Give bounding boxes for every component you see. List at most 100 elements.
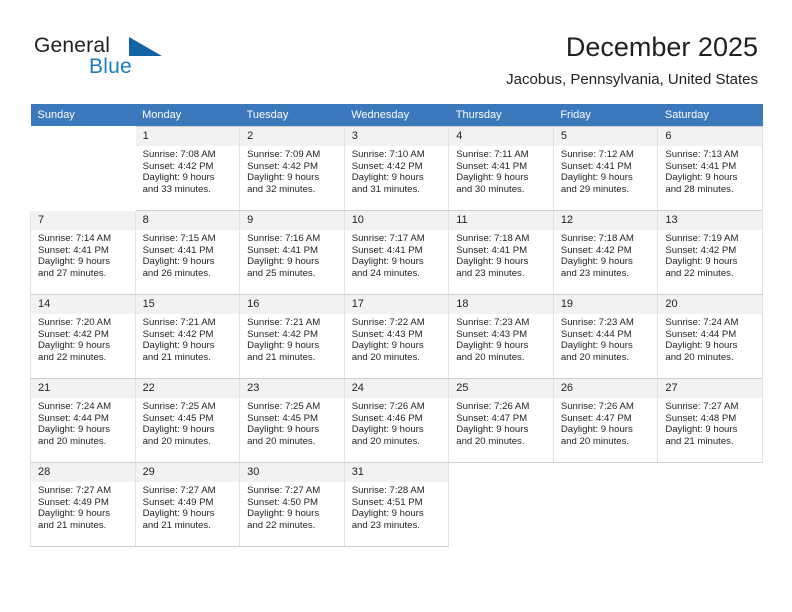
calendar-day-cell[interactable]: 16 Sunrise: 7:21 AM Sunset: 4:42 PM Dayligh… xyxy=(239,294,345,379)
calendar-day-cell[interactable]: 30 Sunrise: 7:27 AM Sunset: 4:50 PM Dayligh… xyxy=(239,462,345,547)
weekday-header-thursday: Thursday xyxy=(448,104,554,127)
daylight-text: Daylight: 9 hours and 20 minutes. xyxy=(456,424,529,447)
calendar-day-cell[interactable]: 1 Sunrise: 7:08 AM Sunset: 4:42 PM Daylight… xyxy=(134,126,241,211)
day-info: Sunrise: 7:11 AM Sunset: 4:41 PM Daylight:… xyxy=(449,146,553,195)
calendar-day-cell[interactable]: 20 Sunrise: 7:24 AM Sunset: 4:44 PM Dayligh… xyxy=(657,294,763,379)
day-number: 26 xyxy=(553,379,658,398)
calendar-day-cell[interactable]: 10 Sunrise: 7:17 AM Sunset: 4:41 PM Dayligh… xyxy=(343,210,450,295)
calendar-day-cell-empty xyxy=(448,462,554,547)
daylight-text: Daylight: 9 hours and 21 minutes. xyxy=(142,340,215,363)
daylight-text: Daylight: 9 hours and 23 minutes. xyxy=(351,508,424,531)
calendar-day-cell[interactable]: 23 Sunrise: 7:25 AM Sunset: 4:45 PM Dayligh… xyxy=(239,378,345,463)
day-info: Sunrise: 7:25 AM Sunset: 4:45 PM Daylight:… xyxy=(136,398,240,447)
calendar-day-cell[interactable]: 18 Sunrise: 7:23 AM Sunset: 4:43 PM Dayligh… xyxy=(448,294,554,379)
day-info: Sunrise: 7:28 AM Sunset: 4:51 PM Daylight:… xyxy=(345,482,449,531)
weekday-header-row: Sunday Monday Tuesday Wednesday Thursday… xyxy=(30,104,763,127)
sunset-text: Sunset: 4:47 PM xyxy=(456,412,528,424)
calendar-day-cell[interactable]: 27 Sunrise: 7:27 AM Sunset: 4:48 PM Dayligh… xyxy=(657,378,763,463)
calendar-day-cell[interactable]: 3 Sunrise: 7:10 AM Sunset: 4:42 PM Daylight… xyxy=(343,126,450,211)
calendar-day-cell[interactable]: 25 Sunrise: 7:26 AM Sunset: 4:47 PM Dayligh… xyxy=(448,378,554,463)
weekday-header-friday: Friday xyxy=(553,104,658,127)
sunset-text: Sunset: 4:41 PM xyxy=(247,244,319,256)
day-number: 14 xyxy=(31,295,135,314)
daylight-text: Daylight: 9 hours and 21 minutes. xyxy=(38,508,110,531)
daylight-text: Daylight: 9 hours and 21 minutes. xyxy=(247,340,320,363)
calendar-day-cell[interactable]: 11 Sunrise: 7:18 AM Sunset: 4:41 PM Dayligh… xyxy=(448,210,554,295)
sunset-text: Sunset: 4:42 PM xyxy=(351,160,423,172)
calendar-day-cell[interactable]: 4 Sunrise: 7:11 AM Sunset: 4:41 PM Daylight… xyxy=(448,126,554,211)
sunrise-text: Sunrise: 7:28 AM xyxy=(351,485,425,496)
daylight-text: Daylight: 9 hours and 20 minutes. xyxy=(351,340,424,363)
weekday-header-sunday: Sunday xyxy=(30,104,136,127)
day-info: Sunrise: 7:09 AM Sunset: 4:42 PM Daylight:… xyxy=(240,146,344,195)
calendar-week-row: 7 Sunrise: 7:14 AM Sunset: 4:41 PM Daylight… xyxy=(30,210,763,295)
day-number: 6 xyxy=(658,127,762,146)
calendar-day-cell[interactable]: 9 Sunrise: 7:16 AM Sunset: 4:41 PM Daylight… xyxy=(239,210,345,295)
sunset-text: Sunset: 4:44 PM xyxy=(665,328,737,340)
sunrise-text: Sunrise: 7:26 AM xyxy=(351,401,425,412)
day-number: 17 xyxy=(344,295,449,314)
calendar-day-cell[interactable]: 2 Sunrise: 7:09 AM Sunset: 4:42 PM Daylight… xyxy=(239,126,345,211)
day-info: Sunrise: 7:24 AM Sunset: 4:44 PM Daylight:… xyxy=(658,314,762,363)
day-info: Sunrise: 7:27 AM Sunset: 4:50 PM Daylight:… xyxy=(240,482,344,531)
sunrise-text: Sunrise: 7:26 AM xyxy=(560,401,634,412)
calendar-day-cell-empty xyxy=(657,462,763,547)
calendar-day-cell[interactable]: 28 Sunrise: 7:27 AM Sunset: 4:49 PM Dayligh… xyxy=(30,462,136,547)
calendar-table: Sunday Monday Tuesday Wednesday Thursday… xyxy=(30,104,763,547)
calendar-day-cell[interactable]: 8 Sunrise: 7:15 AM Sunset: 4:41 PM Daylight… xyxy=(134,210,241,295)
sunset-text: Sunset: 4:42 PM xyxy=(247,328,319,340)
calendar-day-cell[interactable]: 13 Sunrise: 7:19 AM Sunset: 4:42 PM Dayligh… xyxy=(657,210,763,295)
daylight-text: Daylight: 9 hours and 25 minutes. xyxy=(247,256,320,279)
sunrise-text: Sunrise: 7:14 AM xyxy=(38,233,112,244)
day-number: 7 xyxy=(31,211,135,230)
calendar-week-row: 1 Sunrise: 7:08 AM Sunset: 4:42 PM Daylight… xyxy=(30,126,763,211)
page-title: December 2025 xyxy=(565,32,758,62)
day-number: 2 xyxy=(240,127,344,146)
day-number: 29 xyxy=(135,463,240,482)
day-number: 20 xyxy=(658,295,762,314)
calendar-day-cell[interactable]: 19 Sunrise: 7:23 AM Sunset: 4:44 PM Dayligh… xyxy=(552,294,659,379)
calendar-day-cell[interactable]: 21 Sunrise: 7:24 AM Sunset: 4:44 PM Dayligh… xyxy=(30,378,136,463)
day-number: 27 xyxy=(658,379,762,398)
sunrise-text: Sunrise: 7:19 AM xyxy=(665,233,739,244)
sunrise-text: Sunrise: 7:17 AM xyxy=(351,233,425,244)
sunrise-text: Sunrise: 7:16 AM xyxy=(247,233,321,244)
sunset-text: Sunset: 4:45 PM xyxy=(247,412,319,424)
calendar-day-cell[interactable]: 22 Sunrise: 7:25 AM Sunset: 4:45 PM Dayligh… xyxy=(134,378,241,463)
calendar-day-cell[interactable]: 24 Sunrise: 7:26 AM Sunset: 4:46 PM Dayligh… xyxy=(343,378,450,463)
calendar-day-cell-empty xyxy=(30,126,136,211)
sunset-text: Sunset: 4:46 PM xyxy=(351,412,423,424)
location-subtitle: Jacobus, Pennsylvania, United States xyxy=(506,71,758,88)
calendar-day-cell[interactable]: 6 Sunrise: 7:13 AM Sunset: 4:41 PM Daylight… xyxy=(657,126,763,211)
calendar-day-cell[interactable]: 14 Sunrise: 7:20 AM Sunset: 4:42 PM Dayligh… xyxy=(30,294,136,379)
calendar-day-cell[interactable]: 17 Sunrise: 7:22 AM Sunset: 4:43 PM Dayligh… xyxy=(343,294,450,379)
calendar-day-cell[interactable]: 29 Sunrise: 7:27 AM Sunset: 4:49 PM Dayligh… xyxy=(134,462,241,547)
calendar-day-cell[interactable]: 12 Sunrise: 7:18 AM Sunset: 4:42 PM Dayligh… xyxy=(552,210,659,295)
sunset-text: Sunset: 4:51 PM xyxy=(351,496,423,508)
sunrise-text: Sunrise: 7:15 AM xyxy=(142,233,216,244)
sunset-text: Sunset: 4:42 PM xyxy=(142,328,214,340)
calendar-day-cell[interactable]: 15 Sunrise: 7:21 AM Sunset: 4:42 PM Dayligh… xyxy=(134,294,241,379)
page-header: General Blue December 2025 Jacobus, Penn… xyxy=(0,0,792,100)
day-info: Sunrise: 7:22 AM Sunset: 4:43 PM Daylight:… xyxy=(345,314,449,363)
sunset-text: Sunset: 4:43 PM xyxy=(456,328,528,340)
daylight-text: Daylight: 9 hours and 27 minutes. xyxy=(38,256,110,279)
day-number: 18 xyxy=(449,295,553,314)
daylight-text: Daylight: 9 hours and 22 minutes. xyxy=(247,508,320,531)
day-number: 31 xyxy=(344,463,449,482)
day-number: 22 xyxy=(135,379,240,398)
daylight-text: Daylight: 9 hours and 20 minutes. xyxy=(247,424,320,447)
day-number: 10 xyxy=(344,211,449,230)
calendar-day-cell[interactable]: 7 Sunrise: 7:14 AM Sunset: 4:41 PM Daylight… xyxy=(30,210,136,295)
calendar-day-cell[interactable]: 26 Sunrise: 7:26 AM Sunset: 4:47 PM Dayligh… xyxy=(552,378,659,463)
calendar-day-cell[interactable]: 31 Sunrise: 7:28 AM Sunset: 4:51 PM Dayligh… xyxy=(343,462,450,547)
calendar-day-cell[interactable]: 5 Sunrise: 7:12 AM Sunset: 4:41 PM Daylight… xyxy=(552,126,659,211)
day-number: 3 xyxy=(344,127,449,146)
brand-logo[interactable]: General Blue xyxy=(34,34,214,82)
day-number: 9 xyxy=(240,211,344,230)
triangle-logo-icon xyxy=(129,37,162,56)
daylight-text: Daylight: 9 hours and 20 minutes. xyxy=(351,424,424,447)
calendar-week-row: 14 Sunrise: 7:20 AM Sunset: 4:42 PM Dayligh… xyxy=(30,294,763,379)
day-info: Sunrise: 7:27 AM Sunset: 4:48 PM Daylight:… xyxy=(658,398,762,447)
day-info: Sunrise: 7:26 AM Sunset: 4:47 PM Daylight:… xyxy=(449,398,553,447)
